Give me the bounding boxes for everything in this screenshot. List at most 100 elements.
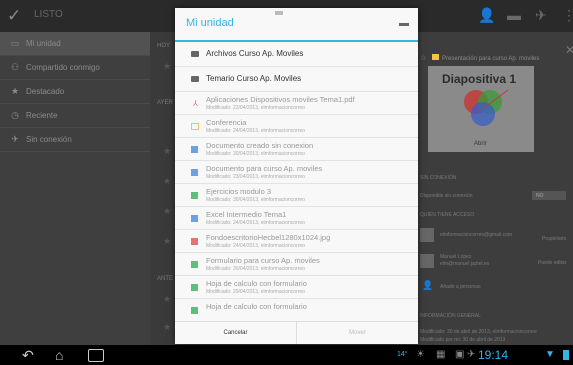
form-icon <box>191 261 198 268</box>
star-icon[interactable]: ★ <box>163 61 171 72</box>
offline-label: Disponible sin conexión <box>420 193 473 199</box>
list-item[interactable]: Conferencia Modificado: 24/04/2013, elmf… <box>175 115 418 138</box>
recent-apps-icon[interactable] <box>88 349 104 362</box>
sidebar-item-label: Reciente <box>26 111 58 120</box>
person-add-icon[interactable]: 👤 <box>478 7 495 24</box>
move-button[interactable]: Mover <box>297 322 418 344</box>
folder-icon <box>191 76 199 82</box>
item-meta: Modificado: 22/04/2013, elmformacioncorr… <box>206 105 305 111</box>
venn-diagram <box>464 89 509 126</box>
pin-icon: ✈ <box>467 349 476 360</box>
sidebar-item-offline[interactable]: ✈ Sin conexión <box>0 128 150 152</box>
pdf-icon: ⅄ <box>193 99 198 108</box>
item-name: Hoja de calculo con formulario <box>206 279 307 288</box>
drag-handle <box>275 11 283 15</box>
folder-icon <box>191 51 199 57</box>
battery-icon <box>563 350 569 360</box>
slide-title: Diapositiva 1 <box>442 72 517 86</box>
image-icon[interactable]: ▣ <box>455 349 464 360</box>
cancel-button[interactable]: Cancelar <box>175 322 297 344</box>
pin-icon[interactable]: ✈ <box>535 7 547 24</box>
section-header-today: HOY <box>157 43 171 49</box>
sidebar-item-label: Destacado <box>26 87 65 96</box>
pin-icon: ✈ <box>11 134 19 144</box>
star-icon[interactable]: ★ <box>163 322 171 333</box>
list-item[interactable]: Hoja de calculo con formulario <box>175 299 418 319</box>
owner-role: Propietario <box>542 236 567 242</box>
dialog-header: Mi unidad ▬ <box>175 8 418 42</box>
list-item[interactable]: Excel Intermedio Tema1 Modificado: 24/04… <box>175 207 418 230</box>
sidebar: ▭ Mi unidad ⚇ Compartido conmigo ★ Desta… <box>0 32 150 345</box>
weather-icon: ☀ <box>416 349 425 360</box>
dialog-title: Mi unidad <box>186 17 234 29</box>
drive-icon: ▭ <box>10 38 20 48</box>
list-item[interactable]: Documento para curso Ap. moviles Modific… <box>175 161 418 184</box>
list-item[interactable]: Documento creado sin conexion Modificado… <box>175 138 418 161</box>
spreadsheet-icon <box>191 284 198 291</box>
star-icon[interactable]: ★ <box>163 294 171 305</box>
done-label[interactable]: LISTO <box>34 9 63 20</box>
sidebar-item-label: Compartido conmigo <box>26 63 100 72</box>
star-icon[interactable]: ★ <box>163 206 171 217</box>
spreadsheet-icon <box>191 307 198 314</box>
star-icon[interactable]: ★ <box>163 176 171 187</box>
list-item[interactable]: Temario Curso Ap. Moviles <box>175 67 418 92</box>
item-name: FondoescritorioHecbel1280x1024.jpg <box>206 233 331 242</box>
close-icon[interactable]: ✕ <box>565 43 573 57</box>
list-item[interactable]: Formulario para curso Ap. moviles Modifi… <box>175 253 418 276</box>
home-icon[interactable]: ⌂ <box>55 347 63 363</box>
item-name: Excel Intermedio Tema1 <box>206 210 287 219</box>
section-header-yesterday: AYER <box>157 100 173 106</box>
presentation-icon <box>191 123 199 130</box>
document-icon <box>191 215 198 222</box>
item-name: Documento creado sin conexion <box>206 141 314 150</box>
add-people-link[interactable]: Añadir a personas <box>440 284 481 290</box>
list-item[interactable]: Ejercicios modulo 3 Modificado: 30/04/20… <box>175 184 418 207</box>
offline-toggle[interactable]: NO <box>532 191 566 200</box>
document-icon <box>191 169 198 176</box>
clock-icon: ◷ <box>11 110 19 120</box>
sidebar-item-starred[interactable]: ★ Destacado <box>0 80 150 104</box>
item-name: Documento para curso Ap. moviles <box>206 164 323 173</box>
list-item[interactable]: Archivos Curso Ap. Moviles <box>175 42 418 67</box>
document-icon <box>191 146 198 153</box>
sidebar-item-recent[interactable]: ◷ Reciente <box>0 104 150 128</box>
person-name: Manuel López <box>440 254 472 260</box>
item-meta: Modificado: 24/04/2013, elmformacioncorr… <box>206 128 305 134</box>
item-name: Formulario para curso Ap. moviles <box>206 256 320 265</box>
list-item[interactable]: Hoja de calculo con formulario Modificad… <box>175 276 418 299</box>
item-name: Archivos Curso Ap. Moviles <box>206 49 304 58</box>
folder-icon[interactable]: ▬ <box>507 7 521 23</box>
people-icon: ⚇ <box>10 62 20 72</box>
list-item[interactable]: FondoescritorioHecbel1280x1024.jpg Modif… <box>175 230 418 253</box>
sidebar-item-shared[interactable]: ⚇ Compartido conmigo <box>0 56 150 80</box>
notification-icon[interactable]: ▦ <box>436 349 445 360</box>
slide-thumbnail[interactable]: Diapositiva 1 Abrir <box>428 66 534 152</box>
system-bar: ↶ ⌂ 14° ☀ ▦ ▣ ✈ 19:14 ▼ <box>0 345 573 365</box>
check-icon[interactable]: ✓ <box>7 6 21 26</box>
menu-icon[interactable]: ⋮ <box>562 7 573 24</box>
star-icon[interactable]: ★ <box>163 146 171 157</box>
move-dialog: Mi unidad ▬ Archivos Curso Ap. Moviles T… <box>175 8 418 344</box>
star-icon[interactable]: ★ <box>163 236 171 247</box>
item-meta: Modificado: 30/04/2013, elmformacioncorr… <box>206 151 305 157</box>
list-item[interactable]: ⅄ Aplicaciones Dispositivos moviles Tema… <box>175 92 418 115</box>
modified-line: Modificado: 30 de abril de 2013, elmform… <box>420 329 537 335</box>
star-icon: ★ <box>10 86 20 96</box>
file-list-column: HOY ★ AYER ★ ★ ★ ★ ANTE ★ ★ <box>150 32 174 345</box>
owner-email: elmformacioncorreo@gmail.com <box>440 232 513 238</box>
person-role[interactable]: Puede editar <box>538 260 566 266</box>
star-icon[interactable]: ☆ <box>420 54 426 62</box>
sidebar-item-my-drive[interactable]: ▭ Mi unidad <box>0 32 150 56</box>
wifi-icon: ▼ <box>545 349 555 360</box>
back-icon[interactable]: ↶ <box>22 347 34 364</box>
file-list: Archivos Curso Ap. Moviles Temario Curso… <box>175 42 418 319</box>
temperature: 14° <box>397 351 408 358</box>
section-header-older: ANTE <box>157 276 174 282</box>
open-label[interactable]: Abrir <box>474 141 487 147</box>
sidebar-item-label: Mi unidad <box>26 39 61 48</box>
person-add-icon[interactable]: 👤 <box>422 280 433 291</box>
new-folder-icon[interactable]: ▬ <box>399 18 409 29</box>
avatar <box>420 254 434 268</box>
item-meta: Modificado: 24/04/2013, elmformacioncorr… <box>206 243 305 249</box>
